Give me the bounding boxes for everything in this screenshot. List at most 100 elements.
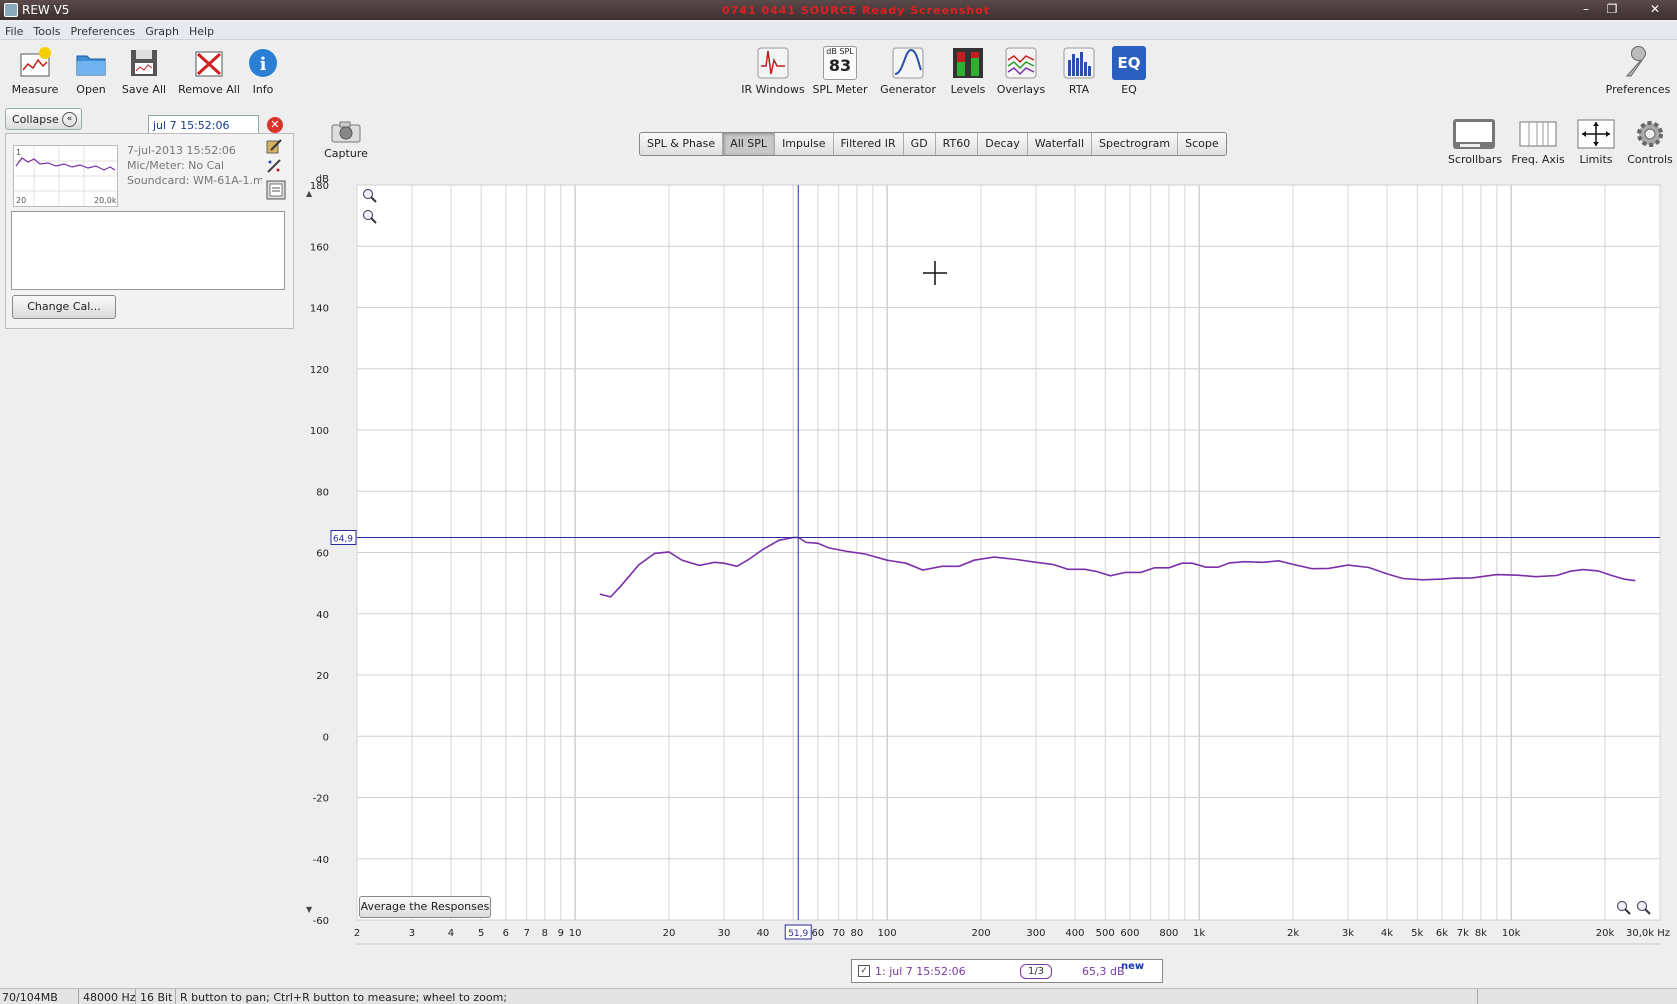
close-icon[interactable]: ✕	[1643, 0, 1667, 18]
tab-all-spl[interactable]: All SPL	[723, 133, 776, 155]
x-tick-label: 4	[448, 928, 454, 939]
remove-all-button[interactable]: Remove All	[178, 46, 240, 96]
controls-button[interactable]: Controls	[1626, 118, 1674, 166]
x-tick-label: 30,0k Hz	[1626, 928, 1670, 939]
spl-plot-svg[interactable]: 180160140120100806040200-20-40-60dB2 3 4 5 6…	[300, 170, 1677, 957]
mouse-hint-status: R button to pan; Ctrl+R button to measur…	[180, 991, 508, 1004]
menu-help[interactable]: Help	[184, 22, 219, 38]
x-tick-label: 300	[1026, 928, 1045, 939]
limits-icon	[1577, 119, 1615, 149]
rew-app-window: REW V5 0741 0441 SOURCE Ready Screenshot…	[0, 0, 1677, 1004]
ir-windows-icon	[757, 47, 789, 79]
rta-button[interactable]: RTA	[1062, 46, 1096, 96]
x-tick-label: 10k	[1502, 928, 1521, 939]
x-tick-label: 800	[1159, 928, 1178, 939]
new-badge: new	[1121, 961, 1145, 972]
thumbnail-index: 1	[16, 148, 22, 157]
tab-gd[interactable]: GD	[904, 133, 936, 155]
minimize-icon[interactable]: –	[1574, 0, 1598, 18]
tab-spl-phase[interactable]: SPL & Phase	[640, 133, 724, 155]
y-tick-label: -60	[313, 916, 329, 927]
svg-text:i: i	[260, 54, 267, 75]
freq-axis-button[interactable]: Freq. Axis	[1508, 118, 1568, 166]
x-tick-label: 9	[558, 928, 564, 939]
spl-graph[interactable]: 180 160 140 120 100 80 60 40 20 0 -20 -40 -60 dB 2 3 4 5 6…	[300, 170, 1677, 957]
freq-axis-icon	[1519, 121, 1557, 147]
menu-file[interactable]: File	[0, 22, 28, 38]
tab-scope[interactable]: Scope	[1178, 133, 1226, 155]
eq-icon: EQ	[1112, 46, 1146, 80]
delete-measurement-icon[interactable]: ✕	[267, 117, 283, 133]
save-all-button[interactable]: Save All	[118, 46, 170, 96]
y-tick-label: 160	[310, 242, 329, 253]
collapse-button[interactable]: Collapse «	[5, 108, 82, 130]
x-tick-label: 70	[832, 928, 845, 939]
rta-icon	[1063, 47, 1095, 79]
measurement-soundcard: Soundcard: WM-61A-1.mic	[127, 174, 262, 187]
wizard-icon[interactable]	[266, 158, 282, 174]
eq-button[interactable]: EQ EQ	[1112, 46, 1146, 96]
measure-button[interactable]: Measure	[8, 46, 62, 96]
save-icon	[131, 50, 157, 76]
trace-level: 65,3 dB	[1082, 965, 1125, 978]
measurement-date: 7-jul-2013 15:52:06	[127, 144, 236, 157]
restore-icon[interactable]: ❐	[1600, 0, 1624, 18]
menu-preferences[interactable]: Preferences	[66, 22, 141, 38]
tab-rt60[interactable]: RT60	[936, 133, 979, 155]
capture-button[interactable]: Capture	[322, 120, 370, 160]
tab-impulse[interactable]: Impulse	[775, 133, 834, 155]
x-tick-label: 8	[542, 928, 548, 939]
measurement-notes[interactable]	[11, 211, 285, 290]
menu-bar: File Tools Preferences Graph Help	[0, 22, 1677, 40]
measurement-mic: Mic/Meter: No Cal	[127, 159, 225, 172]
smoothing-badge[interactable]: 1/3	[1020, 964, 1052, 979]
overlays-button[interactable]: Overlays	[996, 46, 1046, 96]
tab-spectrogram[interactable]: Spectrogram	[1092, 133, 1179, 155]
x-tick-label: 80	[850, 928, 863, 939]
menu-tools[interactable]: Tools	[28, 22, 65, 38]
trace-name: 1: jul 7 15:52:06	[875, 965, 966, 978]
edit-notes-icon[interactable]	[266, 138, 282, 154]
y-tick-label: 0	[323, 732, 329, 743]
ir-windows-button[interactable]: IR Windows	[740, 46, 806, 96]
menu-graph[interactable]: Graph	[140, 22, 184, 38]
spl-meter-button[interactable]: dB SPL 83 SPL Meter	[812, 46, 868, 96]
measurement-info-icon[interactable]	[266, 180, 286, 200]
info-icon: i	[249, 49, 277, 77]
x-tick-label: 1k	[1193, 928, 1205, 939]
change-cal-button[interactable]: Change Cal...	[12, 295, 116, 319]
info-button[interactable]: i Info	[246, 46, 280, 96]
controls-gear-icon	[1637, 121, 1663, 147]
x-tick-label: 8k	[1475, 928, 1487, 939]
average-responses-button[interactable]: Average the Responses	[359, 896, 491, 918]
preferences-button[interactable]: Preferences	[1604, 46, 1672, 96]
scrollbars-button[interactable]: Scrollbars	[1448, 118, 1502, 166]
status-bar: 70/104MB 48000 Hz 16 Bit R button to pan…	[0, 988, 1677, 1004]
tab-filtered-ir[interactable]: Filtered IR	[834, 133, 904, 155]
title-bar: REW V5 0741 0441 SOURCE Ready Screenshot…	[0, 0, 1677, 20]
spl-meter-icon: dB SPL 83	[823, 46, 857, 80]
y-axis-unit: dB	[316, 174, 329, 185]
x-tick-label: 200	[971, 928, 990, 939]
bit-depth-status: 16 Bit	[140, 991, 173, 1004]
open-button[interactable]: Open	[70, 46, 112, 96]
x-tick-label: 5	[478, 928, 484, 939]
memory-status: 70/104MB	[2, 991, 58, 1004]
x-tick-label: 30	[718, 928, 731, 939]
chevron-left-icon: «	[62, 112, 77, 127]
levels-button[interactable]: Levels	[948, 46, 988, 96]
tab-decay[interactable]: Decay	[978, 133, 1028, 155]
measurement-thumbnail[interactable]: 1 20 20,0k	[13, 145, 118, 207]
x-tick-label: 4k	[1381, 928, 1393, 939]
tab-waterfall[interactable]: Waterfall	[1028, 133, 1093, 155]
thumbnail-x-end: 20,0k	[94, 196, 117, 205]
measurement-panel: 1 20 20,0k 7-jul-2013 15:52:06 Mic/Meter…	[5, 133, 294, 329]
trace-visible-checkbox[interactable]: ✓	[858, 965, 870, 977]
y-tick-label: 120	[310, 365, 329, 376]
x-tick-label: 40	[757, 928, 770, 939]
limits-button[interactable]: Limits	[1574, 118, 1618, 166]
app-icon	[4, 3, 18, 17]
horizontal-scrollbar	[356, 943, 1661, 957]
x-tick-label: 3k	[1342, 928, 1354, 939]
generator-button[interactable]: Generator	[878, 46, 938, 96]
